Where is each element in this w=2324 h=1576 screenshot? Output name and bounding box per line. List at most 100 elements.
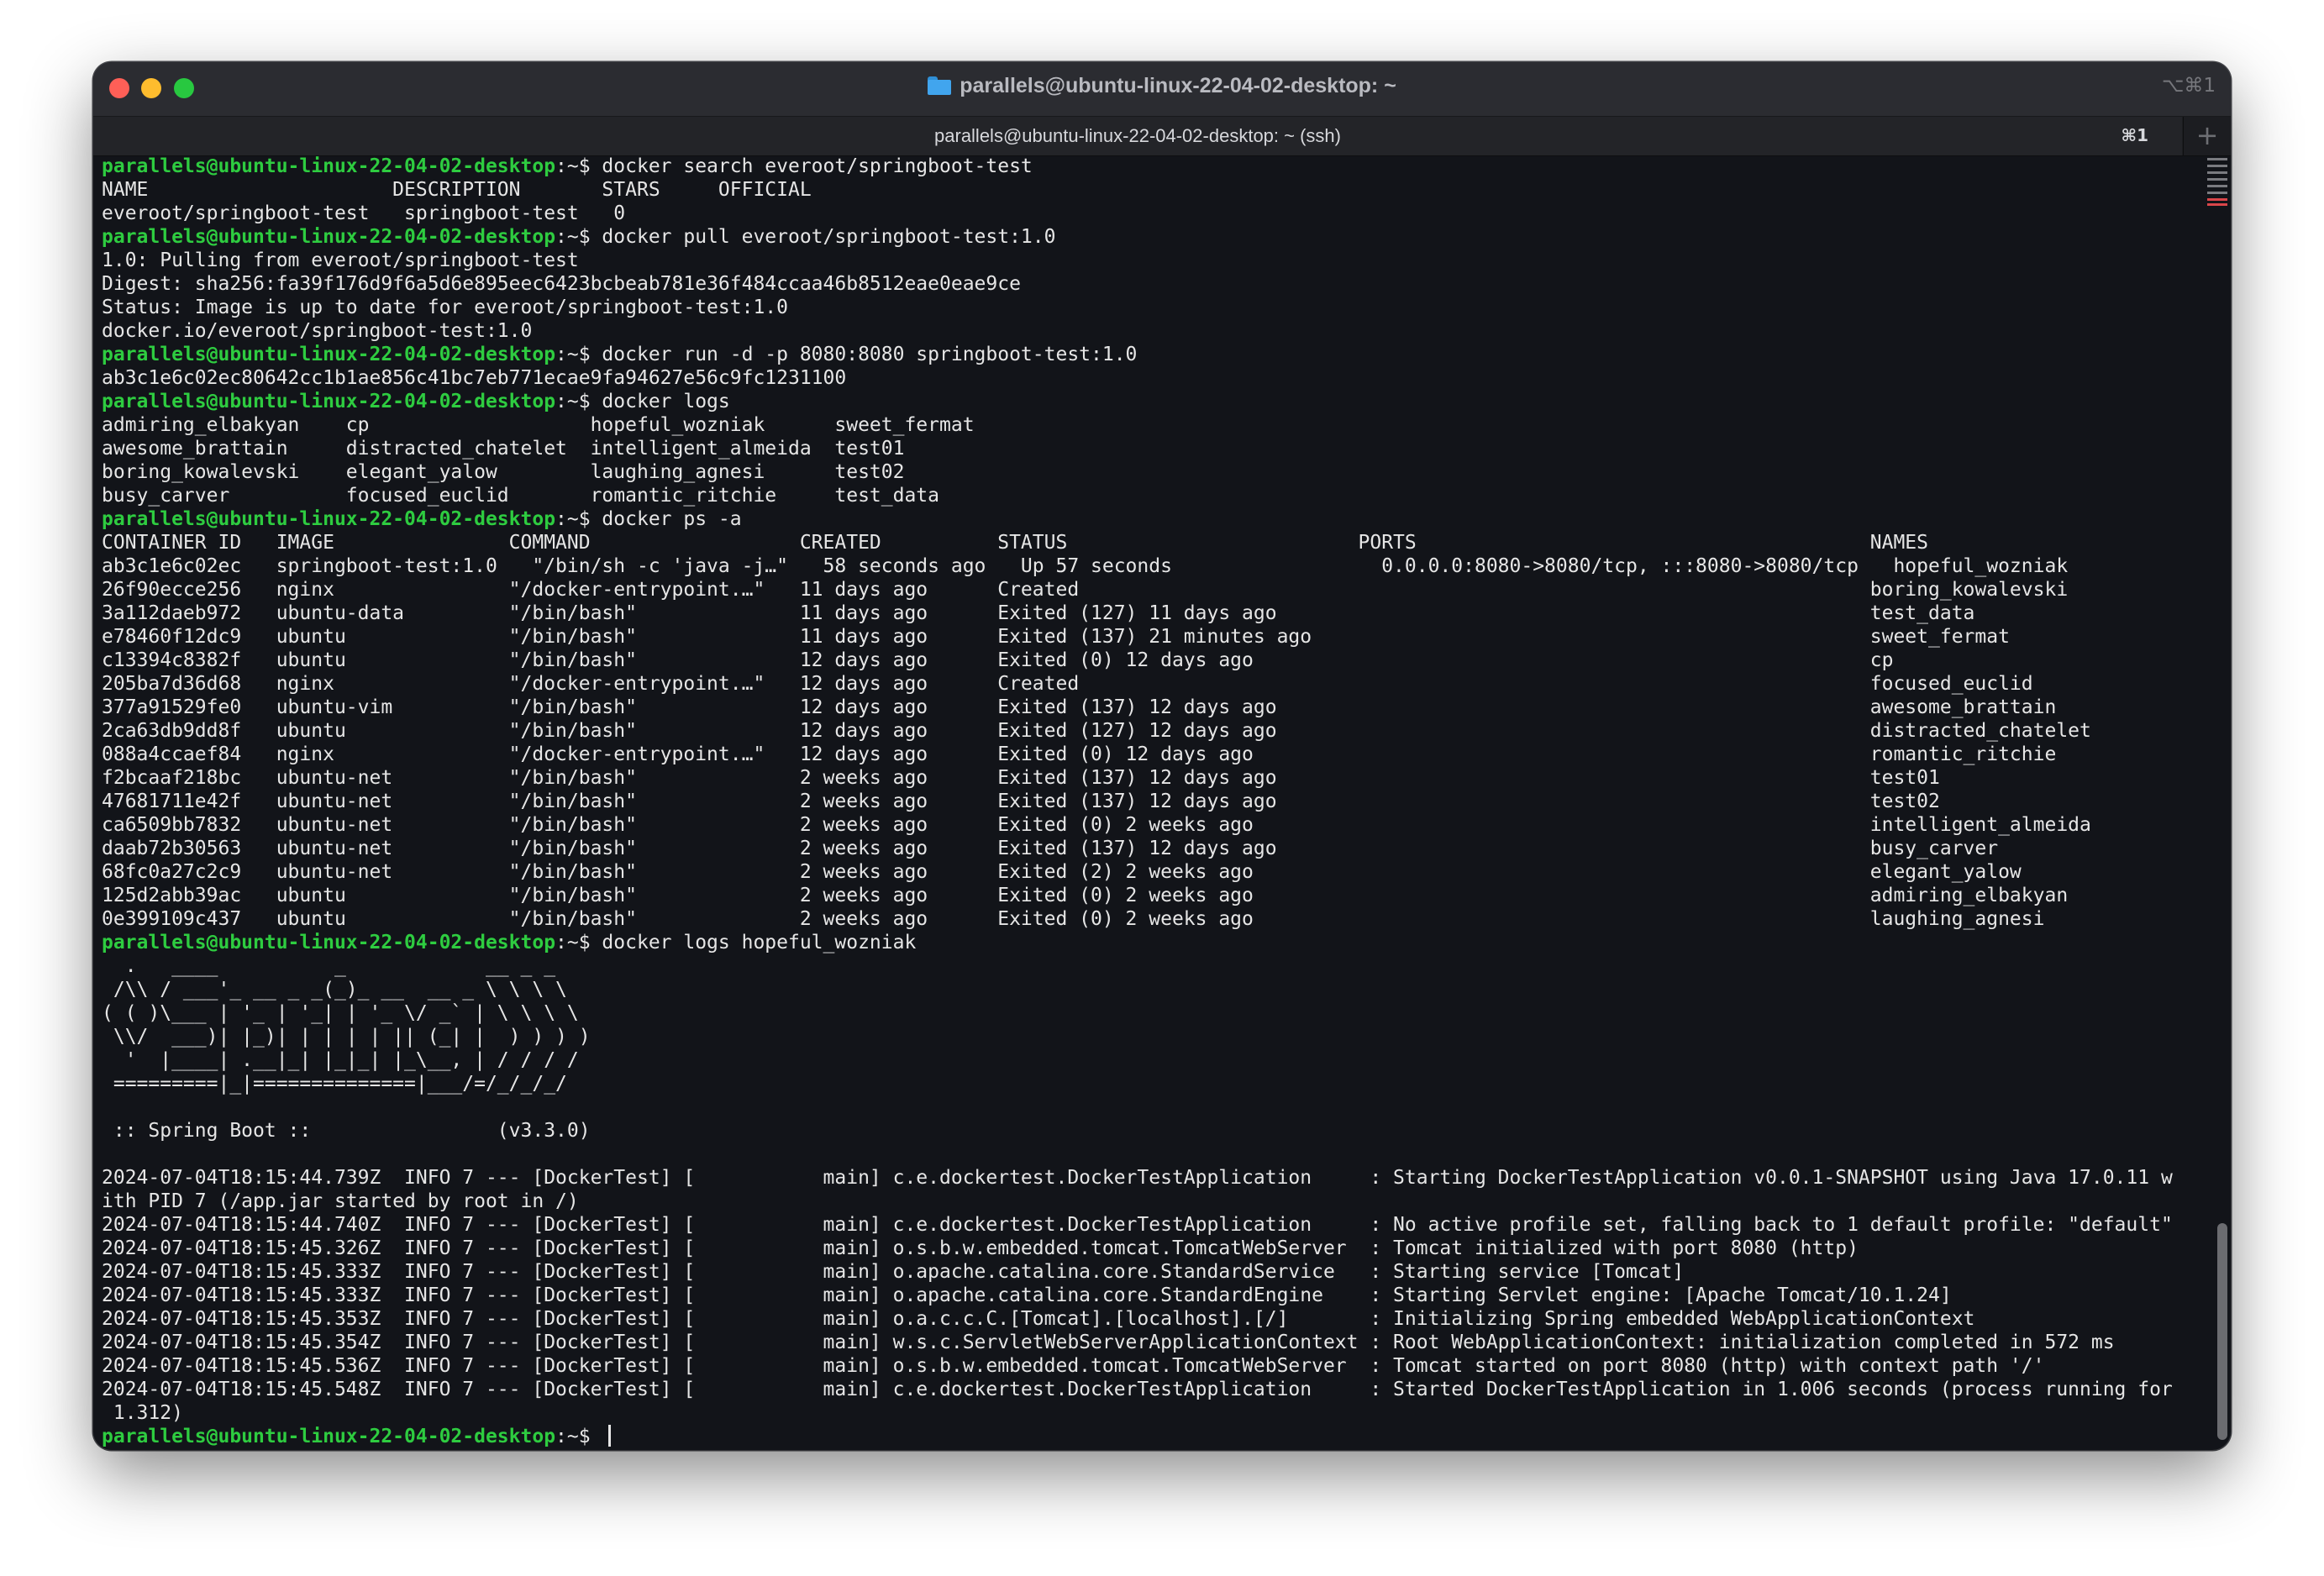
output-line: c13394c8382f ubuntu "/bin/bash" 12 days … [102, 649, 2194, 672]
output-text: NAME DESCRIPTION STARS OFFICIAL [102, 179, 812, 201]
output-text: 26f90ecce256 nginx "/docker-entrypoint.…… [102, 579, 2069, 601]
output-text: . ____ _ __ _ _ [102, 955, 556, 977]
output-line: 125d2abb39ac ubuntu "/bin/bash" 2 weeks … [102, 884, 2194, 907]
output-text: 2024-07-04T18:15:45.333Z INFO 7 --- [Doc… [102, 1284, 1952, 1306]
output-line: docker.io/everoot/springboot-test:1.0 [102, 319, 2194, 343]
output-text: ' |____| .__|_| |_|_| |_\__, | / / / / [102, 1049, 579, 1071]
title-bar[interactable]: parallels@ubuntu-linux-22-04-02-desktop:… [93, 62, 2231, 117]
output-text: daab72b30563 ubuntu-net "/bin/bash" 2 we… [102, 838, 1999, 859]
output-text: 2024-07-04T18:15:45.354Z INFO 7 --- [Doc… [102, 1332, 2115, 1353]
output-line: \\/ ___)| |_)| | | | | || (_| | ) ) ) ) [102, 1025, 2194, 1048]
shell-prompt: parallels@ubuntu-linux-22-04-02-desktop [102, 932, 556, 953]
command-text: :~$ docker search everoot/springboot-tes… [555, 155, 1033, 177]
output-text: ( ( )\___ | '_ | '_| | '_ \/ _` | \ \ \ … [102, 1002, 579, 1024]
output-text: 1.312) [102, 1402, 183, 1424]
output-text: 2024-07-04T18:15:45.333Z INFO 7 --- [Doc… [102, 1261, 1685, 1283]
output-line: CONTAINER ID IMAGE COMMAND CREATED STATU… [102, 531, 2194, 554]
output-text: 1.0: Pulling from everoot/springboot-tes… [102, 250, 579, 271]
output-line: 2024-07-04T18:15:45.333Z INFO 7 --- [Doc… [102, 1260, 2194, 1284]
output-text: 2024-07-04T18:15:44.740Z INFO 7 --- [Doc… [102, 1214, 2173, 1236]
shell-prompt: parallels@ubuntu-linux-22-04-02-desktop [102, 1426, 556, 1447]
output-line: ( ( )\___ | '_ | '_| | '_ \/ _` | \ \ \ … [102, 1001, 2194, 1025]
shell-prompt: parallels@ubuntu-linux-22-04-02-desktop [102, 508, 556, 530]
output-text: e78460f12dc9 ubuntu "/bin/bash" 11 days … [102, 626, 2010, 648]
shell-prompt: parallels@ubuntu-linux-22-04-02-desktop [102, 226, 556, 248]
scrollbar-thumb[interactable] [2217, 1223, 2227, 1440]
new-tab-button[interactable]: + [2183, 117, 2231, 155]
output-line: 0e399109c437 ubuntu "/bin/bash" 2 weeks … [102, 907, 2194, 931]
output-text: admiring_elbakyan cp hopeful_wozniak swe… [102, 414, 975, 436]
output-text: everoot/springboot-test springboot-test … [102, 202, 626, 224]
output-line: =========|_|==============|___/=/_/_/_/ [102, 1072, 2194, 1095]
prompt-line: parallels@ubuntu-linux-22-04-02-desktop:… [102, 507, 2194, 531]
output-text: ab3c1e6c02ec80642cc1b1ae856c41bc7eb771ec… [102, 367, 847, 389]
output-text: docker.io/everoot/springboot-test:1.0 [102, 320, 533, 342]
output-text: :: Spring Boot :: (v3.3.0) [102, 1120, 591, 1142]
output-text: f2bcaaf218bc ubuntu-net "/bin/bash" 2 we… [102, 767, 1940, 789]
output-text: c13394c8382f ubuntu "/bin/bash" 12 days … [102, 649, 1894, 671]
output-line: e78460f12dc9 ubuntu "/bin/bash" 11 days … [102, 625, 2194, 649]
window-shortcut: ⌥⌘1 [2161, 75, 2216, 97]
scroll-minimap [2206, 156, 2229, 210]
output-line: 2024-07-04T18:15:44.740Z INFO 7 --- [Doc… [102, 1213, 2194, 1237]
output-text: 125d2abb39ac ubuntu "/bin/bash" 2 weeks … [102, 885, 2069, 906]
output-line: awesome_brattain distracted_chatelet int… [102, 437, 2194, 460]
output-text: Digest: sha256:fa39f176d9f6a5d6e895eec64… [102, 273, 1021, 295]
text-cursor [608, 1425, 612, 1447]
tab-bar: parallels@ubuntu-linux-22-04-02-desktop:… [93, 117, 2231, 156]
output-text: =========|_|==============|___/=/_/_/_/ [102, 1073, 567, 1095]
prompt-line: parallels@ubuntu-linux-22-04-02-desktop:… [102, 155, 2194, 178]
output-line: daab72b30563 ubuntu-net "/bin/bash" 2 we… [102, 837, 2194, 860]
output-line: 47681711e42f ubuntu-net "/bin/bash" 2 we… [102, 790, 2194, 813]
output-line: NAME DESCRIPTION STARS OFFICIAL [102, 178, 2194, 202]
output-text: /\\ / ___'_ __ _ _(_)_ __ __ _ \ \ \ \ [102, 979, 567, 1001]
shell-prompt: parallels@ubuntu-linux-22-04-02-desktop [102, 344, 556, 365]
output-line: /\\ / ___'_ __ _ _(_)_ __ __ _ \ \ \ \ [102, 978, 2194, 1001]
output-line: 3a112daeb972 ubuntu-data "/bin/bash" 11 … [102, 602, 2194, 625]
terminal-output[interactable]: parallels@ubuntu-linux-22-04-02-desktop:… [102, 155, 2194, 1448]
output-line: 1.0: Pulling from everoot/springboot-tes… [102, 249, 2194, 272]
output-line: 2024-07-04T18:15:45.326Z INFO 7 --- [Doc… [102, 1237, 2194, 1260]
tab-shortcut: ⌘1 [2121, 125, 2148, 145]
output-line: f2bcaaf218bc ubuntu-net "/bin/bash" 2 we… [102, 766, 2194, 790]
output-text: 3a112daeb972 ubuntu-data "/bin/bash" 11 … [102, 602, 1975, 624]
output-line: Digest: sha256:fa39f176d9f6a5d6e895eec64… [102, 272, 2194, 296]
output-line: ith PID 7 (/app.jar started by root in /… [102, 1190, 2194, 1213]
scrollbar[interactable] [2207, 156, 2229, 1447]
prompt-line: parallels@ubuntu-linux-22-04-02-desktop:… [102, 931, 2194, 954]
output-text: CONTAINER ID IMAGE COMMAND CREATED STATU… [102, 532, 1929, 554]
output-text: 2024-07-04T18:15:44.739Z INFO 7 --- [Doc… [102, 1167, 2173, 1189]
output-line: 2024-07-04T18:15:44.739Z INFO 7 --- [Doc… [102, 1166, 2194, 1190]
terminal-window: parallels@ubuntu-linux-22-04-02-desktop:… [93, 62, 2231, 1450]
output-line: 2024-07-04T18:15:45.536Z INFO 7 --- [Doc… [102, 1354, 2194, 1378]
command-text: :~$ docker logs hopeful_wozniak [555, 932, 917, 953]
output-text: 2024-07-04T18:15:45.353Z INFO 7 --- [Doc… [102, 1308, 1975, 1330]
prompt-line: parallels@ubuntu-linux-22-04-02-desktop:… [102, 390, 2194, 413]
output-text: 47681711e42f ubuntu-net "/bin/bash" 2 we… [102, 791, 1940, 812]
command-text: :~$ docker ps -a [555, 508, 742, 530]
output-text: 2024-07-04T18:15:45.326Z INFO 7 --- [Doc… [102, 1237, 1859, 1259]
prompt-line: parallels@ubuntu-linux-22-04-02-desktop:… [102, 1425, 2194, 1448]
output-text: \\/ ___)| |_)| | | | | || (_| | ) ) ) ) [102, 1026, 591, 1048]
output-text: 0e399109c437 ubuntu "/bin/bash" 2 weeks … [102, 908, 2045, 930]
output-line: . ____ _ __ _ _ [102, 954, 2194, 978]
output-line: ab3c1e6c02ec springboot-test:1.0 "/bin/s… [102, 554, 2194, 578]
output-line: 2ca63db9dd8f ubuntu "/bin/bash" 12 days … [102, 719, 2194, 743]
command-text: :~$ docker logs [555, 391, 730, 412]
output-line: admiring_elbakyan cp hopeful_wozniak swe… [102, 413, 2194, 437]
command-text: :~$ [555, 1426, 602, 1447]
output-line: boring_kowalevski elegant_yalow laughing… [102, 460, 2194, 484]
output-line: busy_carver focused_euclid romantic_ritc… [102, 484, 2194, 507]
window-title-container: parallels@ubuntu-linux-22-04-02-desktop:… [93, 74, 2231, 98]
output-text: boring_kowalevski elegant_yalow laughing… [102, 461, 905, 483]
output-text: 2024-07-04T18:15:45.548Z INFO 7 --- [Doc… [102, 1379, 2173, 1400]
shell-prompt: parallels@ubuntu-linux-22-04-02-desktop [102, 391, 556, 412]
output-text: 68fc0a27c2c9 ubuntu-net "/bin/bash" 2 we… [102, 861, 2022, 883]
tab-ssh-session[interactable]: parallels@ubuntu-linux-22-04-02-desktop:… [93, 117, 2182, 155]
prompt-line: parallels@ubuntu-linux-22-04-02-desktop:… [102, 225, 2194, 249]
output-line: ca6509bb7832 ubuntu-net "/bin/bash" 2 we… [102, 813, 2194, 837]
command-text: :~$ docker run -d -p 8080:8080 springboo… [555, 344, 1138, 365]
folder-icon [928, 76, 952, 95]
output-text: ith PID 7 (/app.jar started by root in /… [102, 1190, 579, 1212]
